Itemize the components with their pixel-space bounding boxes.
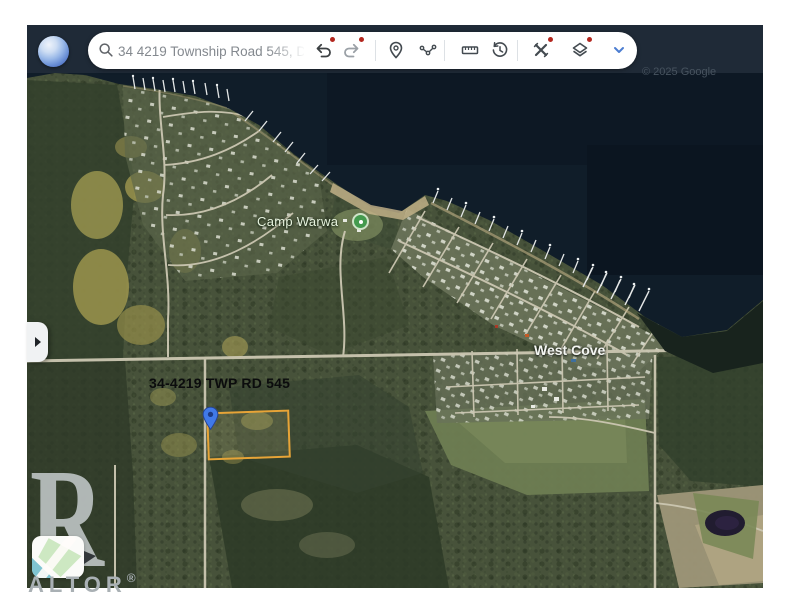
watermark-serif-tip (84, 551, 96, 564)
tools-button[interactable] (528, 37, 554, 63)
search-icon (97, 41, 115, 59)
undo-icon (313, 40, 333, 60)
redo-button[interactable] (339, 37, 365, 63)
west-cove-label: West Cove (534, 342, 605, 358)
camp-warwa-label: Camp Warwa (257, 214, 338, 229)
open-side-panel-handle[interactable] (27, 322, 48, 362)
realtor-watermark-text: ALTOR® (28, 572, 136, 598)
add-placemark-button[interactable] (383, 37, 409, 63)
google-earth-logo[interactable] (38, 36, 69, 67)
layers-notification-dot (587, 37, 592, 42)
satellite-map-viewport[interactable]: Camp Warwa West Cove 34-4219 TWP RD 545 … (27, 25, 763, 588)
screenshot-root: { "app": { "name": "Google Earth" }, "to… (0, 0, 792, 612)
tools-icon (531, 40, 551, 60)
toolbar-separator (444, 40, 445, 61)
historical-imagery-button[interactable] (487, 37, 513, 63)
satellite-imagery (27, 25, 763, 588)
search-input[interactable] (116, 40, 306, 62)
placemark-icon (386, 40, 406, 60)
ruler-icon (460, 40, 480, 60)
toolbar-separator (517, 40, 518, 61)
redo-icon (342, 40, 362, 60)
layers-button[interactable] (567, 37, 593, 63)
location-pin[interactable] (202, 406, 219, 436)
map-copyright: © 2025 Google (642, 66, 716, 78)
history-icon (490, 40, 510, 60)
tools-notification-dot (548, 37, 553, 42)
layers-icon (570, 40, 590, 60)
undo-notification-dot (330, 37, 335, 42)
measure-button[interactable] (457, 37, 483, 63)
property-address-label: 34-4219 TWP RD 545 (149, 375, 290, 391)
collapse-toolbar-button[interactable] (606, 37, 632, 63)
undo-button[interactable] (310, 37, 336, 63)
camp-warwa-poi-icon[interactable] (352, 213, 369, 230)
chevron-down-icon (609, 40, 629, 60)
chevron-right-icon (35, 337, 41, 347)
toolbar-separator (375, 40, 376, 61)
redo-notification-dot (359, 37, 364, 42)
path-icon (418, 40, 438, 60)
draw-path-button[interactable] (415, 37, 441, 63)
